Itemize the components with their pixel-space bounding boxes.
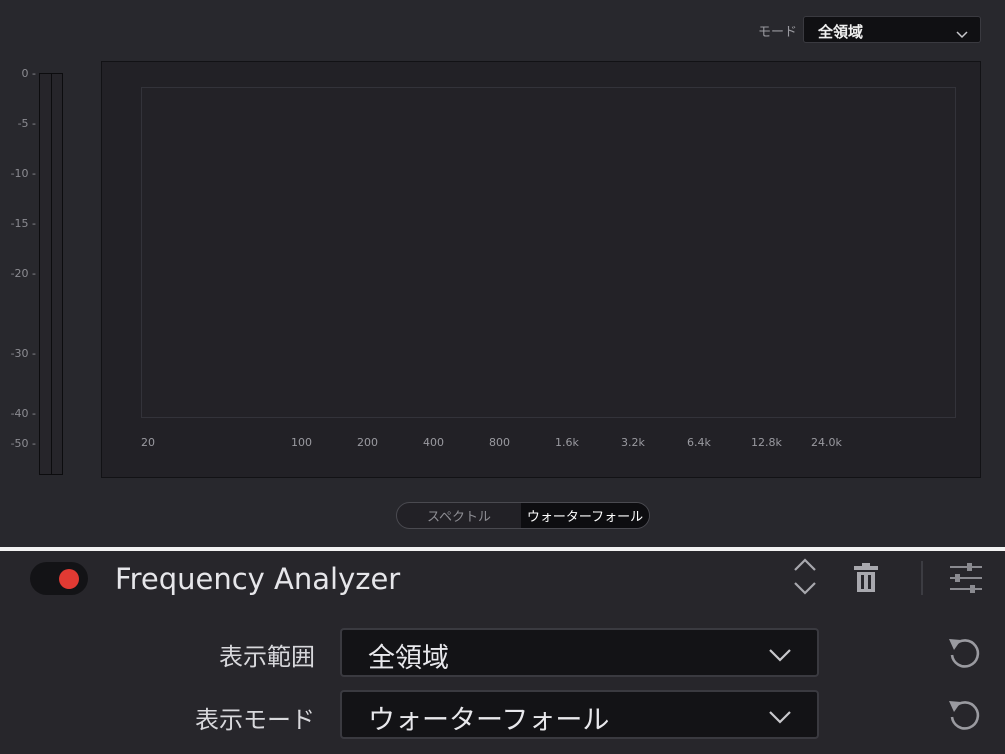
plugin-title: Frequency Analyzer [115,562,401,596]
db-tick: -20 - [10,267,36,280]
freq-tick: 24.0k [811,436,842,449]
db-tick: -10 - [10,167,36,180]
level-meter [39,73,63,475]
freq-tick: 3.2k [621,436,645,449]
chevron-down-icon [769,647,791,666]
plot-area [141,87,956,418]
db-tick: -30 - [10,347,36,360]
display-mode-dropdown-value: ウォーターフォール [368,705,610,736]
enable-toggle[interactable] [30,562,88,595]
freq-tick: 6.4k [687,436,711,449]
view-segmented-control: スペクトル ウォーターフォール [396,502,650,529]
sliders-icon[interactable] [948,560,984,600]
range-param-label: 表示範囲 [219,643,315,671]
display-mode-param-label: 表示モード [195,706,315,734]
toolbar-separator [921,561,923,595]
freq-tick: 1.6k [555,436,579,449]
freq-tick: 20 [141,436,155,449]
freq-tick: 100 [291,436,312,449]
meter-channel-divider [51,74,52,474]
db-tick: -15 - [10,217,36,230]
chevron-down-icon [956,24,968,43]
db-tick: 0 - [21,67,36,80]
freq-tick: 800 [489,436,510,449]
mode-label: モード [758,25,798,40]
trash-icon[interactable] [853,562,879,598]
db-tick: -5 - [17,117,36,130]
spectrum-graph: 20 100 200 400 800 1.6k 3.2k 6.4k 12.8k … [101,61,981,478]
analyzer-display-panel: モード 全領域 0 - -5 - -10 - -15 - -20 - -30 -… [0,0,1005,547]
mode-dropdown[interactable]: 全領域 [803,16,981,43]
range-dropdown-value: 全領域 [368,643,449,674]
range-dropdown[interactable]: 全領域 [340,628,819,677]
spectrum-option[interactable]: スペクトル [397,503,521,528]
display-mode-dropdown[interactable]: ウォーターフォール [340,690,819,739]
db-tick: -50 - [10,437,36,450]
enabled-indicator [59,569,79,589]
waterfall-option[interactable]: ウォーターフォール [521,503,649,528]
collapse-expand-icon[interactable] [792,557,818,603]
chevron-down-icon [769,709,791,728]
freq-tick: 400 [423,436,444,449]
reset-icon[interactable] [946,633,984,675]
freq-tick: 200 [357,436,378,449]
freq-tick: 12.8k [751,436,782,449]
db-tick: -40 - [10,407,36,420]
mode-dropdown-value: 全領域 [818,23,864,41]
reset-icon[interactable] [946,695,984,737]
